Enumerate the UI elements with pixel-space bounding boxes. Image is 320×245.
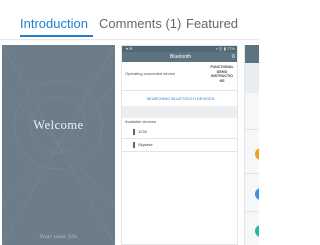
screenshot-gallery[interactable]: Welcome Your solar life ▾ ✉ ▿ ◰ ▮ 77% Bl… <box>0 45 259 245</box>
divider <box>122 151 237 152</box>
functional-demo-line1: FUNCTIONAL <box>210 65 234 69</box>
divider <box>245 129 259 130</box>
device-row: Skywise <box>122 139 237 151</box>
app-bar: Bluetooth ≡ <box>122 52 237 62</box>
divider <box>245 211 259 212</box>
active-tab-indicator <box>20 35 93 37</box>
partial-app-bar <box>245 45 259 63</box>
device-name: 1234 <box>138 129 147 134</box>
tab-divider <box>0 39 259 40</box>
device-row: 1234 <box>122 126 237 138</box>
searching-bluetooth-button: SEARCHING BLUETOOTH DEVICES <box>122 92 237 106</box>
device-name: Skywise <box>138 142 153 147</box>
divider <box>245 173 259 174</box>
screenshot-partial[interactable] <box>244 45 259 245</box>
partial-header-panel <box>245 63 259 93</box>
decorative-pattern <box>2 45 115 245</box>
device-bar-icon <box>133 142 135 148</box>
available-devices-label: Available devices <box>125 119 156 124</box>
divider <box>122 90 237 91</box>
tab-introduction[interactable]: Introduction <box>20 16 88 31</box>
instructions-line2: NS <box>219 78 225 83</box>
operating-label: Operating connected device <box>125 71 175 76</box>
welcome-subtitle: Your solar life <box>39 235 78 240</box>
teal-dot-icon <box>255 225 259 237</box>
app-bar-title: Bluetooth <box>169 54 192 60</box>
gray-spacer <box>122 106 237 118</box>
tab-comments[interactable]: Comments (1) <box>99 16 181 31</box>
tab-featured[interactable]: Featured <box>186 16 238 31</box>
welcome-title: Welcome <box>33 118 84 132</box>
tab-bar: Introduction Comments (1) Featured <box>0 0 259 40</box>
orange-dot-icon <box>255 148 259 160</box>
menu-icon: ≡ <box>231 54 235 60</box>
screenshot-welcome[interactable]: Welcome Your solar life <box>2 45 115 245</box>
screenshot-bluetooth[interactable]: ▾ ✉ ▿ ◰ ▮ 77% Bluetooth ≡ Operating conn… <box>121 45 238 245</box>
side-links: FUNCTIONAL DEMO INSTRUCTIO NS <box>207 65 237 83</box>
blue-dot-icon <box>255 188 259 200</box>
device-bar-icon <box>133 129 135 135</box>
connected-device-row: Operating connected device FUNCTIONAL DE… <box>122 63 237 89</box>
